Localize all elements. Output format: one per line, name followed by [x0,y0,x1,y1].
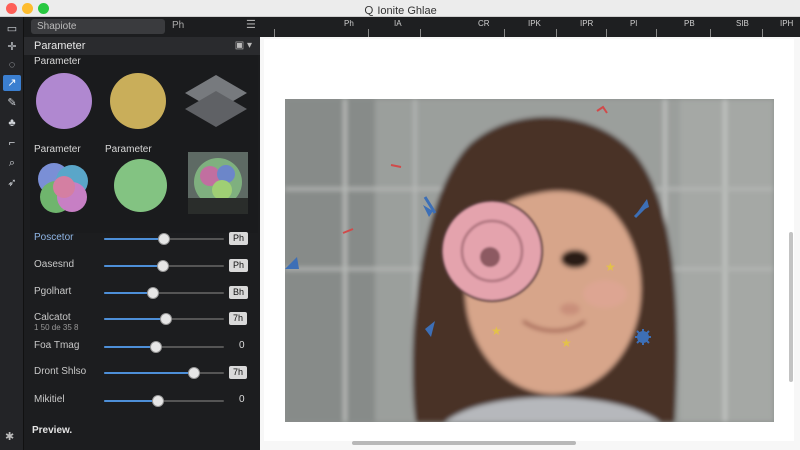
slider-knob[interactable] [157,260,169,272]
swatch-label-left: Parameter [34,144,81,155]
stamp-icon[interactable]: ♣ [3,115,21,131]
param-slider[interactable] [104,367,224,379]
document-page[interactable]: ★ ★ ★ [264,39,794,441]
param-value[interactable]: Ph [229,259,249,272]
panel-options-icon[interactable]: ▣ ▾ [235,40,252,51]
param-slider[interactable] [104,233,224,245]
transform-icon[interactable]: ✛ [3,39,21,55]
preview-label: Preview. [32,425,73,436]
param-label: Poscetor [34,232,74,243]
param-label: Calcatot [34,312,71,323]
param-sublabel: 1 50 de 35 8 [34,323,79,332]
vertical-scrollbar[interactable] [789,232,793,382]
texture-thumbnail-swatch[interactable] [188,152,248,214]
param-row-dront-shlso: Dront Shlso 7h [24,363,260,383]
slider-knob[interactable] [147,287,159,299]
param-row-foa-tmag: Foa Tmag 0 [24,337,260,357]
slider-knob[interactable] [158,233,170,245]
param-value[interactable]: Bh [229,286,249,299]
ruler-tick: Pl [630,19,638,28]
svg-text:★: ★ [605,260,616,274]
green-circle-swatch[interactable] [114,159,167,212]
ruler-tick: PB [684,19,695,28]
param-label: Pgolhart [34,286,72,297]
swatch-grid: Parameter Parameter Parameter [30,55,258,233]
svg-text:★: ★ [561,336,572,350]
param-value[interactable]: 7h [229,366,248,379]
app-window: Ｑ Ionite Ghlae ▭ ✛ ◌ ↗ ✎ ♣ ⌐ ⌕ ➶ Shapiot… [0,0,800,450]
param-slider[interactable] [104,260,224,272]
brush-icon[interactable]: ✎ [3,95,21,111]
param-row-pgolhart: Pgolhart Bh [24,283,260,303]
crop-icon[interactable]: ⌐ [3,135,21,151]
param-row-poscetor: Poscetor Ph [24,229,260,249]
lasso-icon[interactable]: ◌ [3,57,21,73]
panel-menu-icon[interactable]: ☰ [246,18,256,31]
ruler-tick: IPK [528,19,541,28]
ruler-tick: IA [394,19,402,28]
param-row-oasesnd: Oasesnd Ph [24,256,260,276]
parameter-panel: Shapiote Ph ☰ Parameter ▣ ▾ Parameter Pa… [24,17,260,450]
param-label: Mikitiel [34,394,65,405]
param-value: 0 [239,340,245,351]
search-input[interactable]: Shapiote [31,19,165,34]
param-row-calcatot: Calcatot 1 50 de 35 8 7h [24,309,260,332]
param-slider[interactable] [104,395,224,407]
param-slider[interactable] [104,341,224,353]
search-suffix: Ph [172,20,185,31]
param-label: Oasesnd [34,259,75,270]
slider-knob[interactable] [152,395,164,407]
layers-icon[interactable]: ▭ [3,21,21,37]
pen-icon[interactable]: ➶ [3,175,21,191]
param-value[interactable]: Ph [229,232,249,245]
top-ruler: Ph IA CR IPK IPR Pl PB SIB IPH [260,17,800,37]
ruler-tick: CR [478,19,490,28]
title-bar: Ｑ Ionite Ghlae [0,0,800,17]
slider-knob[interactable] [188,367,200,379]
param-value: 0 [239,394,245,405]
slider-knob[interactable] [150,341,162,353]
param-value[interactable]: 7h [229,312,248,325]
slider-knob[interactable] [160,313,172,325]
ruler-tick: SIB [736,19,749,28]
diamond-layers-swatch[interactable] [183,73,249,129]
yellow-circle-swatch[interactable] [110,73,166,129]
svg-text:★: ★ [491,324,502,338]
param-slider[interactable] [104,313,224,325]
param-row-mikitiel: Mikitiel 0 [24,391,260,411]
param-label: Dront Shlso [34,366,87,377]
multicolor-blob-swatch[interactable] [34,159,94,215]
ruler-tick: IPR [580,19,594,28]
tool-strip: ▭ ✛ ◌ ↗ ✎ ♣ ⌐ ⌕ ➶ [0,17,24,450]
canvas-area[interactable]: Ph IA CR IPK IPR Pl PB SIB IPH ★ ★ ★ [260,17,800,450]
portrait-photo[interactable]: ★ ★ ★ [285,99,774,422]
param-slider[interactable] [104,287,224,299]
param-label: Foa Tmag [34,340,80,351]
portrait-image: ★ ★ ★ [285,99,774,422]
swatch-label-right: Parameter [105,144,152,155]
purple-circle-swatch[interactable] [36,73,92,129]
panel-title: Parameter [34,40,86,52]
ruler-tick: Ph [344,19,354,28]
ruler-tick: IPH [780,19,794,28]
arrow-icon[interactable]: ↗ [3,75,21,91]
chat-icon[interactable]: ⌕ [3,155,21,171]
swatch-section-label: Parameter [34,56,81,67]
bug-icon[interactable]: ✱ [5,430,14,443]
panel-header: Parameter ▣ ▾ [24,37,260,55]
horizontal-scrollbar[interactable] [352,441,576,445]
window-title: Ｑ Ionite Ghlae [363,5,437,17]
